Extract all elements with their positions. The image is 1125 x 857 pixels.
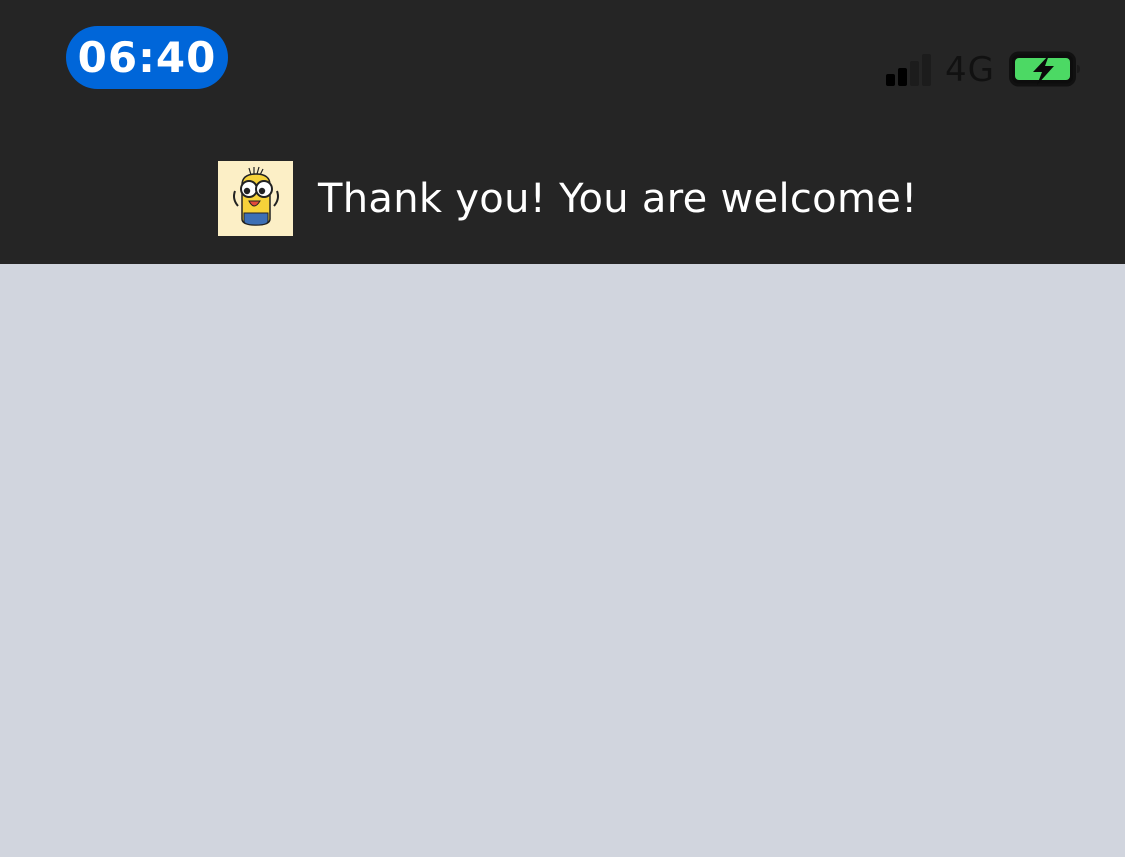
content-area	[0, 264, 1125, 857]
battery-charging-icon	[1009, 51, 1080, 87]
notification-message: Thank you! You are welcome!	[318, 175, 918, 222]
notification-banner[interactable]: Thank you! You are welcome!	[218, 161, 917, 236]
network-type: 4G	[945, 50, 995, 90]
status-indicators: 4G	[886, 50, 1081, 90]
status-time[interactable]: 06:40	[66, 26, 228, 89]
cellular-signal-icon	[886, 54, 932, 86]
notification-overlay: 06:40 4G Thank you! You are welcome!	[0, 0, 1125, 264]
minion-sticker-icon	[218, 161, 293, 236]
